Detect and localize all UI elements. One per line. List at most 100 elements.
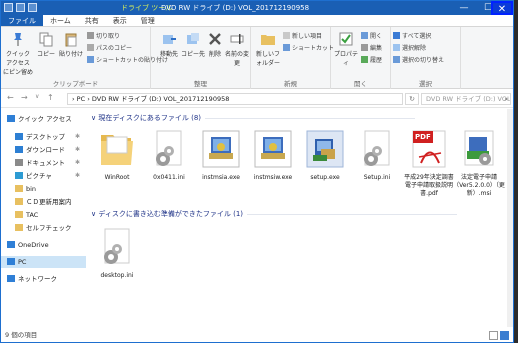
nav-item[interactable]: セルフチェック — [1, 222, 86, 234]
file-item[interactable]: 法定電子申請（Ver5.2.0.0）（更新）.msi — [453, 127, 505, 198]
cut-button[interactable]: 切り取り — [87, 31, 120, 40]
nav-item-label: デスクトップ — [26, 133, 65, 141]
nav-item-label: ピクチャ — [26, 172, 52, 180]
file-item[interactable]: Setup.ini — [351, 127, 403, 182]
select-all-button[interactable]: すべて選択 — [393, 31, 431, 40]
file-item[interactable]: instmsiw.exe — [247, 127, 299, 182]
nav-item-label: PC — [18, 258, 27, 266]
nav-item[interactable]: TAC — [1, 209, 86, 221]
pin-quick-access-button[interactable]: クイック アクセス にピン留め — [3, 31, 33, 76]
details-view-button[interactable] — [489, 331, 498, 340]
nav-item[interactable]: ドキュメント ✱ — [1, 157, 86, 169]
properties-icon[interactable] — [16, 3, 25, 12]
ribbon-tabs: ファイル ホーム 共有 表示 管理 — [1, 15, 513, 27]
edit-button[interactable]: 編集 — [361, 43, 382, 52]
item-count: 9 個の項目 — [5, 331, 38, 339]
navigation-pane: クイック アクセス デスクトップ ✱ ダウンロード ✱ ドキュメント ✱ ピクチャ ✱ bin ＣＤ… — [1, 109, 86, 327]
select-group: すべて選択 選択解除 選択の切り替え 選択 — [391, 27, 461, 89]
shortcut-button[interactable]: ショートカット — [283, 43, 334, 52]
copy-button[interactable]: コピー — [35, 31, 57, 58]
shortcut-icon — [87, 56, 94, 63]
history-icon — [361, 56, 368, 63]
move-to-button[interactable]: 移動先 — [157, 31, 181, 58]
copy-to-icon — [187, 33, 199, 44]
back-button[interactable]: ← — [7, 93, 14, 102]
nav-item[interactable]: ピクチャ ✱ — [1, 170, 86, 182]
select-all-icon — [393, 32, 400, 39]
file-name: instmsia.exe — [202, 174, 240, 181]
close-button[interactable]: ✕ — [491, 1, 513, 15]
pin-icon — [14, 33, 22, 46]
group-header-pending[interactable]: ∨ ディスクに書き込む準備ができたファイル (1) — [91, 209, 457, 219]
folder-icon — [95, 127, 139, 171]
search-input[interactable]: DVD RW ドライブ (D:) VOL_2017... ⌕ — [421, 93, 511, 105]
copy-path-button[interactable]: パスのコピー — [87, 43, 132, 52]
recent-locations-icon[interactable]: ∨ — [35, 93, 39, 100]
file-item[interactable]: instmsia.exe — [195, 127, 247, 182]
new-folder-icon[interactable] — [28, 3, 37, 12]
settings-file-icon — [95, 225, 139, 269]
file-item[interactable]: setup.exe — [299, 127, 351, 182]
tab-view[interactable]: 表示 — [106, 15, 134, 26]
tab-home[interactable]: ホーム — [43, 15, 78, 26]
rename-button[interactable]: 名前の変更 — [225, 31, 249, 67]
nav-item[interactable]: ネットワーク — [1, 273, 86, 285]
nav-item[interactable]: OneDrive — [1, 239, 86, 251]
tab-share[interactable]: 共有 — [78, 15, 106, 26]
history-button[interactable]: 履歴 — [361, 55, 382, 64]
forward-button[interactable]: → — [21, 93, 28, 102]
msi-icon — [457, 127, 501, 171]
new-item-button[interactable]: 新しい項目 — [283, 31, 322, 40]
pin-icon: ✱ — [74, 133, 80, 140]
copy-to-button[interactable]: コピー先 — [181, 31, 205, 58]
ribbon: クイック アクセス にピン留め コピー 貼り付け 切り取り パスのコピー ショー… — [1, 27, 513, 89]
file-name: 0x0411.ini — [153, 174, 185, 181]
nav-item[interactable]: PC — [1, 256, 86, 268]
file-item[interactable]: desktop.ini — [91, 225, 143, 280]
file-item[interactable]: PDF 平成29年決定調書電子申請取扱説明書.pdf — [403, 127, 455, 198]
address-input[interactable]: › PC › DVD RW ドライブ (D:) VOL_201712190958 — [67, 93, 403, 105]
large-icons-view-button[interactable] — [500, 331, 509, 340]
pc-icon — [7, 258, 15, 265]
file-item[interactable]: WinRoot — [91, 127, 143, 182]
paste-button[interactable]: 貼り付け — [58, 31, 84, 58]
nav-item[interactable]: クイック アクセス — [1, 113, 86, 125]
group-header-current[interactable]: ∨ 現在ディスクにあるファイル (8) — [91, 113, 415, 123]
vertical-scrollbar[interactable] — [507, 109, 513, 327]
nav-item-label: TAC — [26, 211, 39, 219]
tab-manage[interactable]: 管理 — [134, 15, 162, 26]
tab-file[interactable]: ファイル — [1, 15, 43, 26]
nav-item[interactable]: bin — [1, 183, 86, 195]
nav-item[interactable]: ＣＤ更新用案内 — [1, 196, 86, 208]
status-bar: 9 個の項目 — [1, 329, 513, 342]
nav-item[interactable]: デスクトップ ✱ — [1, 131, 86, 143]
invert-selection-button[interactable]: 選択の切り替え — [393, 55, 444, 64]
installer-icon — [199, 127, 243, 171]
file-name: WinRoot — [104, 174, 130, 181]
up-button[interactable]: ↑ — [47, 93, 54, 102]
refresh-button[interactable]: ↻ — [405, 93, 419, 105]
pin-icon: ✱ — [74, 159, 80, 166]
new-item-icon — [283, 32, 290, 39]
nav-item-label: クイック アクセス — [18, 115, 72, 123]
select-none-button[interactable]: 選択解除 — [393, 43, 426, 52]
minimize-button[interactable]: — — [453, 1, 475, 15]
properties-button[interactable]: プロパティ — [333, 31, 359, 67]
file-item[interactable]: 0x0411.ini — [143, 127, 195, 182]
star-icon — [7, 115, 15, 122]
network-icon — [7, 275, 15, 282]
nav-item[interactable]: ダウンロード ✱ — [1, 144, 86, 156]
open-group: プロパティ 開く 編集 履歴 開く — [331, 27, 391, 89]
clipboard-group-label: クリップボード — [52, 80, 99, 88]
open-button[interactable]: 開く — [361, 31, 382, 40]
delete-button[interactable]: 削除 — [205, 31, 225, 58]
new-folder-button[interactable]: 新しいフォルダー — [255, 31, 281, 67]
properties-icon — [339, 32, 353, 46]
pdf-badge: PDF — [415, 133, 431, 141]
shortcut-icon — [283, 44, 290, 51]
copy-icon — [39, 32, 53, 47]
organize-group-label: 整理 — [194, 80, 207, 88]
cloud-icon — [7, 241, 15, 248]
picture-icon — [15, 172, 23, 179]
clipboard-group: クイック アクセス にピン留め コピー 貼り付け 切り取り パスのコピー ショー… — [1, 27, 168, 89]
